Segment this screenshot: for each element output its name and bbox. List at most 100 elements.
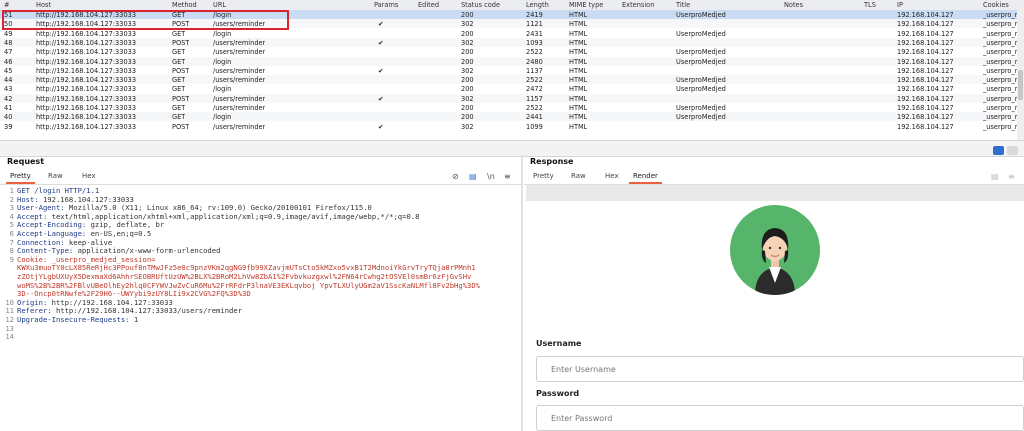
cell-num: 40 <box>4 113 13 122</box>
cell-url: /users/reminder <box>213 104 266 112</box>
table-scrollbar[interactable] <box>1017 10 1024 140</box>
http-history-table: # Host Method URL Params Edited Status c… <box>0 0 1024 140</box>
col-header-method[interactable]: Method <box>172 1 197 9</box>
menu-icon[interactable]: ≡ <box>1008 172 1015 181</box>
col-header-params[interactable]: Params <box>374 1 398 9</box>
cell-status: 302 <box>461 20 474 29</box>
cell-method: POST <box>172 38 190 47</box>
cell-length: 2480 <box>526 57 543 66</box>
tab-render[interactable]: Render <box>629 170 662 184</box>
username-field[interactable]: Enter Username <box>536 356 1024 382</box>
table-row[interactable]: 39 http://192.168.104.127:33033 POST/users… <box>0 122 1024 131</box>
cell-method: GET <box>172 76 186 85</box>
cell-method: POST <box>172 122 190 131</box>
table-row[interactable]: 45 http://192.168.104.127:33033 POST/users… <box>0 66 1024 75</box>
table-row[interactable]: 48 http://192.168.104.127:33033 POST/users… <box>0 37 1024 47</box>
table-row[interactable]: 46 http://192.168.104.127:33033 GET/login 2… <box>0 56 1024 66</box>
cell-url: /users/reminder <box>213 76 266 85</box>
cell-host: http://192.168.104.127:33033 <box>36 38 137 47</box>
table-row[interactable]: 44 http://192.168.104.127:33033 GET/users/… <box>0 75 1024 85</box>
cell-url: /login <box>213 57 232 66</box>
cell-method: GET <box>172 104 186 112</box>
col-header-host[interactable]: Host <box>36 1 51 9</box>
cell-length: 2441 <box>526 113 543 122</box>
avatar <box>730 205 820 295</box>
menu-icon[interactable]: ≡ <box>504 172 511 181</box>
cell-ip: 192.168.104.127 <box>897 48 954 57</box>
col-header-length[interactable]: Length <box>526 1 549 9</box>
col-header-notes[interactable]: Notes <box>784 1 803 9</box>
col-header-edited[interactable]: Edited <box>418 1 439 9</box>
col-header-num[interactable]: # <box>4 1 10 9</box>
cell-mime: HTML <box>569 104 588 112</box>
cell-num: 39 <box>4 122 13 131</box>
cell-ip: 192.168.104.127 <box>897 85 954 94</box>
cell-status: 200 <box>461 85 474 94</box>
cell-url: /users/reminder <box>213 48 266 57</box>
request-editor[interactable]: 1 GET /login HTTP/1.1 2 Host: 192.168.104.1… <box>0 185 520 431</box>
cell-ip: 192.168.104.127 <box>897 122 954 131</box>
col-header-mime[interactable]: MIME type <box>569 1 603 9</box>
col-header-cookies[interactable]: Cookies <box>983 1 1009 9</box>
hide-icon[interactable]: ⊘ <box>452 172 459 181</box>
cell-length: 1157 <box>526 94 543 103</box>
stacked-layout-icon[interactable] <box>1007 146 1018 155</box>
cell-host: http://192.168.104.127:33033 <box>36 94 137 103</box>
cell-mime: HTML <box>569 20 588 29</box>
highlight-box <box>2 10 289 30</box>
cell-title: UserproMedjed <box>676 76 726 85</box>
cell-ip: 192.168.104.127 <box>897 11 954 19</box>
format-icon[interactable]: ▤ <box>991 172 999 181</box>
table-row[interactable]: 41 http://192.168.104.127:33033 GET/users/… <box>0 103 1024 112</box>
password-field[interactable]: Enter Password <box>536 405 1024 431</box>
cell-host: http://192.168.104.127:33033 <box>36 122 137 131</box>
cell-title: UserproMedjed <box>676 48 726 57</box>
cell-mime: HTML <box>569 76 588 85</box>
cell-status: 200 <box>461 29 474 38</box>
tab-raw[interactable]: Raw <box>567 170 590 182</box>
cell-host: http://192.168.104.127:33033 <box>36 29 137 38</box>
table-row[interactable]: 43 http://192.168.104.127:33033 GET/login 2… <box>0 84 1024 93</box>
cell-ip: 192.168.104.127 <box>897 104 954 112</box>
cell-mime: HTML <box>569 29 588 38</box>
cell-ip: 192.168.104.127 <box>897 29 954 38</box>
request-title: Request <box>7 157 45 166</box>
cell-params: ✔ <box>378 20 384 29</box>
tab-hex[interactable]: Hex <box>601 170 623 182</box>
scrollbar-thumb[interactable] <box>1018 70 1023 100</box>
col-header-url[interactable]: URL <box>213 1 226 9</box>
cell-title: UserproMedjed <box>676 104 726 112</box>
table-row[interactable]: 47 http://192.168.104.127:33033 GET/users/… <box>0 47 1024 56</box>
cell-ip: 192.168.104.127 <box>897 57 954 66</box>
newline-icon[interactable]: \n <box>487 172 495 181</box>
password-label: Password <box>536 389 580 398</box>
cell-length: 2522 <box>526 104 543 112</box>
cell-status: 302 <box>461 66 474 75</box>
col-header-title[interactable]: Title <box>676 1 690 9</box>
vertical-splitter[interactable] <box>521 155 523 431</box>
col-header-tls[interactable]: TLS <box>864 1 876 9</box>
pane-divider[interactable] <box>0 140 1024 157</box>
cell-method: POST <box>172 94 190 103</box>
tab-hex[interactable]: Hex <box>78 170 100 182</box>
cell-params: ✔ <box>378 66 384 75</box>
cell-length: 1093 <box>526 38 543 47</box>
tab-pretty[interactable]: Pretty <box>6 170 35 184</box>
cell-num: 49 <box>4 29 13 38</box>
format-icon[interactable]: ▤ <box>469 172 477 181</box>
tab-raw[interactable]: Raw <box>44 170 67 182</box>
col-header-status[interactable]: Status code <box>461 1 500 9</box>
cell-host: http://192.168.104.127:33033 <box>36 48 137 57</box>
cell-host: http://192.168.104.127:33033 <box>36 85 137 94</box>
table-row[interactable]: 40 http://192.168.104.127:33033 GET/login 2… <box>0 112 1024 122</box>
cell-host: http://192.168.104.127:33033 <box>36 57 137 66</box>
table-row[interactable]: 42 http://192.168.104.127:33033 POST/users… <box>0 93 1024 103</box>
split-layout-icon[interactable] <box>993 146 1004 155</box>
col-header-ip[interactable]: IP <box>897 1 903 9</box>
response-title: Response <box>530 157 574 166</box>
cell-length: 2431 <box>526 29 543 38</box>
cell-num: 42 <box>4 94 13 103</box>
col-header-extension[interactable]: Extension <box>622 1 654 9</box>
tab-pretty[interactable]: Pretty <box>529 170 558 182</box>
code-line: Upgrade-Insecure-Requests: 1 <box>17 315 138 324</box>
